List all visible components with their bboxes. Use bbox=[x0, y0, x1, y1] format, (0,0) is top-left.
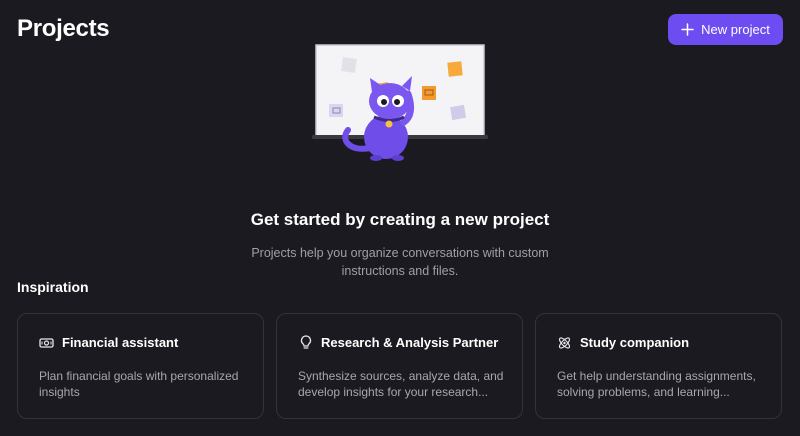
inspiration-card-study-companion[interactable]: Study companion Get help understanding a… bbox=[535, 313, 782, 419]
card-title: Research & Analysis Partner bbox=[321, 335, 499, 350]
card-title: Financial assistant bbox=[62, 335, 179, 350]
card-description: Synthesize sources, analyze data, and de… bbox=[298, 369, 504, 399]
plus-icon bbox=[681, 23, 694, 36]
inspiration-card-financial-assistant[interactable]: Financial assistant Plan financial goals… bbox=[17, 313, 264, 419]
new-project-label: New project bbox=[701, 22, 770, 37]
empty-state-description: Projects help you organize conversations… bbox=[251, 246, 549, 278]
inspiration-card-research-analysis[interactable]: Research & Analysis Partner Synthesize s… bbox=[276, 313, 523, 419]
inspiration-heading: Inspiration bbox=[17, 279, 89, 295]
empty-state-title: Get started by creating a new project bbox=[250, 210, 550, 229]
cat-whiteboard-illustration bbox=[312, 44, 488, 162]
lightbulb-icon bbox=[298, 335, 313, 350]
new-project-button[interactable]: New project bbox=[668, 14, 783, 45]
page-title: Projects bbox=[17, 15, 110, 42]
money-icon bbox=[39, 335, 54, 350]
card-description: Get help understanding assignments, solv… bbox=[557, 369, 756, 399]
card-title: Study companion bbox=[580, 335, 690, 350]
card-description: Plan financial goals with personalized i… bbox=[39, 369, 239, 399]
atom-icon bbox=[557, 335, 572, 350]
